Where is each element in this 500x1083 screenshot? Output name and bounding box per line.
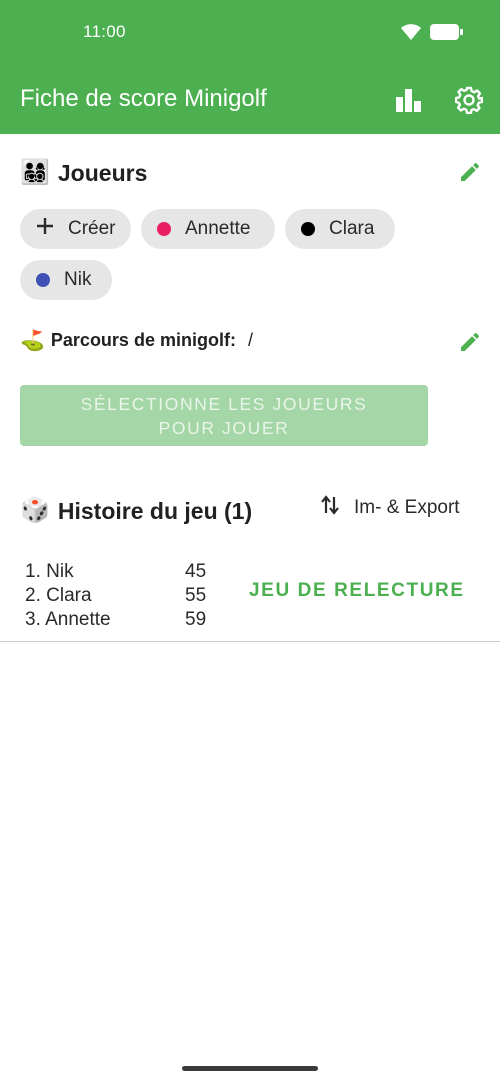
wifi-icon: [400, 23, 422, 46]
players-title: Joueurs: [57, 159, 148, 186]
swap-vertical-icon: [320, 494, 340, 522]
course-row: ⛳ Parcours de minigolf: /: [20, 328, 253, 353]
player-chip-nik[interactable]: Nik: [20, 260, 112, 300]
status-icons: [400, 23, 464, 46]
players-header: 👨‍👩‍👧‍👦 Joueurs: [20, 159, 147, 187]
result-score: 55: [185, 585, 207, 606]
result-row: 3. Annette 59: [25, 608, 225, 632]
result-score: 45: [185, 561, 207, 582]
player-name: Clara: [329, 218, 375, 239]
result-name: 2. Clara: [25, 585, 92, 606]
app-bar: 11:00 Fiche de score Minigolf: [0, 0, 500, 134]
replay-game-button[interactable]: JEU DE RELECTURE: [249, 580, 465, 602]
battery-icon: [430, 23, 464, 46]
app-title: Fiche de score Minigolf: [20, 85, 267, 112]
settings-gear-icon[interactable]: [453, 84, 485, 116]
statistics-icon[interactable]: [392, 84, 424, 116]
result-row: 1. Nik 45: [25, 560, 225, 584]
result-name: 3. Annette: [25, 609, 111, 630]
player-chip-clara[interactable]: Clara: [285, 209, 395, 249]
edit-course-pencil-icon[interactable]: [455, 327, 485, 357]
family-icon: 👨‍👩‍👧‍👦: [20, 159, 50, 186]
dice-icon: 🎲: [20, 497, 50, 524]
status-time: 11:00: [83, 22, 126, 41]
select-players-label: SÉLECTIONNE LES JOUEURS POUR JOUER: [80, 393, 368, 438]
player-chip-annette[interactable]: Annette: [141, 209, 275, 249]
player-color-dot: [157, 222, 171, 236]
edit-players-pencil-icon[interactable]: [455, 157, 485, 187]
player-name: Annette: [185, 218, 251, 239]
result-row: 2. Clara 55: [25, 584, 225, 608]
result-score: 59: [185, 609, 207, 630]
player-color-dot: [36, 273, 50, 287]
golf-flag-icon: ⛳: [20, 330, 45, 352]
import-export-label: Im- & Export: [354, 497, 460, 518]
divider: [0, 641, 500, 642]
history-title: Histoire du jeu (1): [57, 497, 253, 524]
create-player-chip[interactable]: Créer: [20, 209, 131, 249]
player-name: Nik: [64, 269, 92, 290]
game-history-results: 1. Nik 45 2. Clara 55 3. Annette 59: [25, 560, 225, 632]
player-color-dot: [301, 222, 315, 236]
plus-icon: [36, 217, 54, 241]
result-name: 1. Nik: [25, 561, 74, 582]
import-export-button[interactable]: Im- & Export: [320, 494, 460, 522]
history-header: 🎲 Histoire du jeu (1): [20, 497, 252, 525]
create-player-label: Créer: [68, 218, 116, 239]
select-players-button[interactable]: SÉLECTIONNE LES JOUEURS POUR JOUER: [20, 385, 428, 446]
course-value: /: [247, 330, 253, 350]
home-indicator[interactable]: [182, 1066, 318, 1071]
course-label: Parcours de minigolf:: [50, 330, 236, 350]
